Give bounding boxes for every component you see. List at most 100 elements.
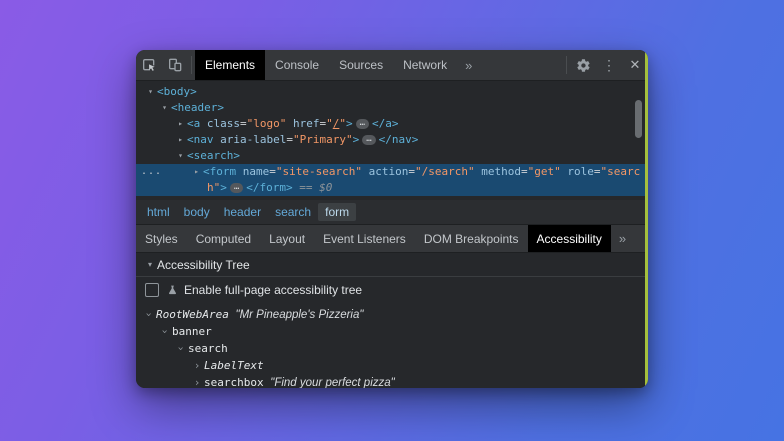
dom-tag: <form (203, 165, 243, 178)
dom-value: " (339, 117, 346, 130)
console-reference-hint: == $0 (293, 181, 333, 194)
expand-arrow-icon[interactable]: ▸ (174, 116, 187, 132)
section-title: Accessibility Tree (157, 258, 250, 272)
crumb-header[interactable]: header (217, 203, 268, 221)
full-page-a11y-toggle-row[interactable]: Enable full-page accessibility tree (136, 277, 648, 303)
tab-dom-breakpoints[interactable]: DOM Breakpoints (415, 225, 528, 252)
a11y-name: "Find your perfect pizza" (270, 377, 395, 388)
chevron-down-icon[interactable]: › (141, 308, 158, 322)
a11y-node-banner[interactable]: ›banner (136, 323, 648, 340)
dom-attr: aria-label (220, 133, 286, 146)
tab-layout[interactable]: Layout (260, 225, 314, 252)
dom-value: " (326, 117, 333, 130)
a11y-role: LabelText (204, 359, 264, 372)
dom-punct: = (286, 133, 293, 146)
tab-network[interactable]: Network (393, 50, 457, 80)
crumb-form[interactable]: form (318, 203, 356, 221)
chevron-down-icon[interactable]: › (173, 342, 190, 356)
dom-attr: role (567, 165, 594, 178)
a11y-node-labeltext[interactable]: ›LabelText (136, 357, 648, 374)
chevron-right-icon[interactable]: › (190, 374, 204, 388)
tab-console[interactable]: Console (265, 50, 329, 80)
dom-node-form-selected[interactable]: ...▸<form name="site-search" action="/se… (136, 164, 648, 196)
enable-full-page-checkbox[interactable] (145, 283, 159, 297)
dom-value: "get" (528, 165, 568, 178)
dom-value: "/search" (415, 165, 481, 178)
a11y-role: search (188, 342, 228, 355)
chevron-right-icon[interactable]: › (190, 357, 204, 374)
toolbar-separator (191, 56, 192, 74)
node-options-dots-icon[interactable]: ... (141, 164, 162, 180)
dom-attr: class (207, 117, 240, 130)
breadcrumb: html body header search form (136, 200, 648, 225)
crumb-body[interactable]: body (177, 203, 217, 221)
dom-punct: = (269, 165, 276, 178)
dom-tag: <search> (187, 149, 240, 162)
expand-arrow-icon[interactable]: ▸ (174, 132, 187, 148)
collapse-arrow-icon[interactable]: ▾ (143, 260, 157, 269)
dom-node-logo-link[interactable]: ▸<a class="logo" href="/">…</a> (136, 116, 648, 132)
a11y-node-searchbox[interactable]: ›searchbox "Find your perfect pizza" (136, 374, 648, 388)
devtools-toolbar: Elements Console Sources Network » ⋮ ✕ (136, 50, 648, 81)
more-panels-chevron-icon[interactable]: » (457, 50, 480, 80)
dom-tag: > (346, 117, 353, 130)
sidebar-tabs: Styles Computed Layout Event Listeners D… (136, 225, 648, 253)
tab-event-listeners[interactable]: Event Listeners (314, 225, 415, 252)
dom-attr: name (243, 165, 270, 178)
dom-value: "Primary" (293, 133, 353, 146)
settings-gear-icon[interactable] (570, 50, 596, 80)
dom-tag: > (353, 133, 360, 146)
expand-ellipsis-icon[interactable]: … (362, 135, 375, 145)
desktop-background: Elements Console Sources Network » ⋮ ✕ ▾… (0, 0, 784, 441)
dom-node-header[interactable]: ▾<header> (136, 100, 648, 116)
scrollbar-thumb[interactable] (635, 100, 642, 138)
crumb-html[interactable]: html (140, 203, 177, 221)
dom-punct: = (521, 165, 528, 178)
tab-styles[interactable]: Styles (136, 225, 187, 252)
dom-value: h" (207, 181, 220, 194)
accessibility-tree-section-header[interactable]: ▾ Accessibility Tree (136, 253, 648, 277)
elements-tree: ▾<body> ▾<header> ▸<a class="logo" href=… (136, 81, 648, 200)
dom-value: "logo" (247, 117, 293, 130)
tab-computed[interactable]: Computed (187, 225, 260, 252)
accessibility-tree: ›RootWebArea "Mr Pineapple's Pizzeria" ›… (136, 303, 648, 388)
more-tabs-chevron-icon[interactable]: » (611, 225, 634, 252)
a11y-node-rootwebarea[interactable]: ›RootWebArea "Mr Pineapple's Pizzeria" (136, 306, 648, 323)
expand-ellipsis-icon[interactable]: … (230, 183, 243, 193)
tab-sources[interactable]: Sources (329, 50, 393, 80)
toolbar-separator (566, 56, 567, 74)
dom-node-body[interactable]: ▾<body> (136, 84, 648, 100)
accessibility-pane: ▾ Accessibility Tree Enable full-page ac… (136, 253, 648, 388)
a11y-node-search[interactable]: ›search (136, 340, 648, 357)
inspect-element-icon[interactable] (136, 50, 162, 80)
collapse-arrow-icon[interactable]: ▾ (174, 148, 187, 164)
device-toolbar-icon[interactable] (162, 50, 188, 80)
dom-value: "site-search" (276, 165, 369, 178)
a11y-role: RootWebArea (156, 308, 229, 321)
dom-node-nav[interactable]: ▸<nav aria-label="Primary">… </nav> (136, 132, 648, 148)
dom-value: "searc (600, 165, 640, 178)
tab-elements[interactable]: Elements (195, 50, 265, 80)
dom-punct: = (408, 165, 415, 178)
dom-tag: </a> (372, 117, 399, 130)
a11y-role: banner (172, 325, 212, 338)
dom-tag: <header> (171, 101, 224, 114)
expand-arrow-icon[interactable]: ▸ (190, 164, 203, 180)
expand-ellipsis-icon[interactable]: … (356, 119, 369, 129)
dom-punct: = (240, 117, 247, 130)
crumb-search[interactable]: search (268, 203, 318, 221)
tab-accessibility[interactable]: Accessibility (528, 225, 611, 252)
dom-tag: <nav (187, 133, 220, 146)
dom-node-search[interactable]: ▾<search> (136, 148, 648, 164)
collapse-arrow-icon[interactable]: ▾ (144, 84, 157, 100)
toolbar-spacer (480, 50, 563, 80)
dom-tag: </nav> (379, 133, 419, 146)
chevron-down-icon[interactable]: › (157, 325, 174, 339)
dom-tag: <body> (157, 85, 197, 98)
kebab-menu-icon[interactable]: ⋮ (596, 50, 622, 80)
experiment-flask-icon (166, 284, 179, 297)
devtools-window: Elements Console Sources Network » ⋮ ✕ ▾… (136, 50, 648, 388)
collapse-arrow-icon[interactable]: ▾ (158, 100, 171, 116)
dom-tag: </form> (246, 181, 292, 194)
dom-tag: > (220, 181, 227, 194)
